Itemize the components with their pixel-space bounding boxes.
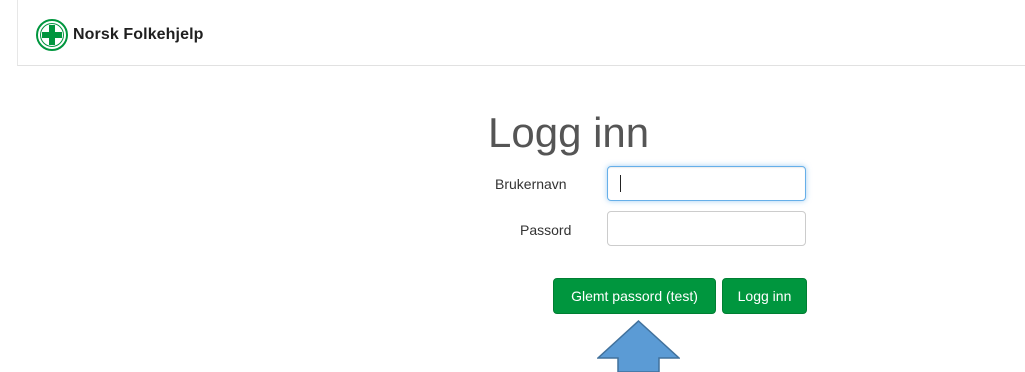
login-button[interactable]: Logg inn	[722, 278, 807, 314]
password-input[interactable]	[607, 211, 806, 246]
username-input[interactable]	[607, 166, 806, 201]
up-arrow-icon	[597, 320, 680, 372]
username-label: Brukernavn	[495, 176, 567, 192]
norsk-folkehjelp-logo-icon	[36, 19, 68, 51]
brand-name: Norsk Folkehjelp	[73, 26, 204, 43]
page-title: Logg inn	[488, 109, 650, 156]
password-label: Passord	[520, 222, 572, 238]
text-cursor	[620, 175, 621, 192]
navbar: Norsk Folkehjelp	[17, 0, 1025, 66]
login-page: Norsk Folkehjelp Logg inn Brukernavn Pas…	[0, 0, 1025, 372]
forgot-password-button[interactable]: Glemt passord (test)	[553, 278, 716, 314]
brand-link[interactable]: Norsk Folkehjelp	[36, 19, 204, 51]
